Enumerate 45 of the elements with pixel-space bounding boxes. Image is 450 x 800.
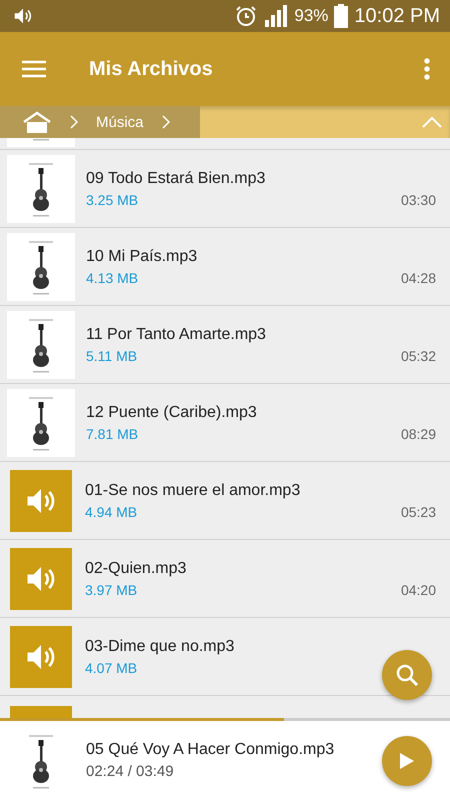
file-name: 12 Puente (Caribe).mp3 <box>86 404 258 422</box>
chevron-right-icon <box>70 115 78 129</box>
file-size: 3.97 MB <box>85 582 138 598</box>
progress-track[interactable] <box>0 718 450 721</box>
file-row[interactable]: 02-Quien.mp3 3.97 MB 04:20 <box>0 540 450 618</box>
chevron-up-icon[interactable] <box>422 116 442 128</box>
file-name: 11 Por Tanto Amarte.mp3 <box>86 326 267 344</box>
file-duration: 03:30 <box>400 192 436 208</box>
file-row[interactable]: 01-Se nos muere el amor.mp3 4.94 MB 05:23 <box>0 462 450 540</box>
file-size: 5.11 MB <box>86 348 138 364</box>
battery-icon <box>334 4 348 28</box>
menu-icon[interactable] <box>22 60 46 78</box>
app-title: Mis Archivos <box>89 58 214 80</box>
file-duration: 05:23 <box>400 504 436 520</box>
file-duration: 08:29 <box>400 426 436 442</box>
file-row[interactable]: 10 Mi País.mp3 4.13 MB 04:28 <box>0 228 450 306</box>
file-row[interactable]: 11 Por Tanto Amarte.mp3 5.11 MB 05:32 <box>0 306 450 384</box>
battery-percent: 93% <box>294 6 328 26</box>
track-title: 05 Qué Voy A Hacer Conmigo.mp3 <box>86 741 336 759</box>
track-time: 02:24 / 03:49 <box>86 763 175 780</box>
more-options-icon[interactable] <box>424 58 430 80</box>
file-size: 4.13 MB <box>86 270 138 286</box>
file-duration: 04:28 <box>400 270 436 286</box>
signal-icon <box>264 4 288 28</box>
chevron-right-icon <box>162 115 170 129</box>
home-icon[interactable] <box>22 111 52 133</box>
search-icon <box>395 663 419 687</box>
file-name: 03-Dime que no.mp3 <box>85 638 236 656</box>
play-icon <box>399 752 415 770</box>
alarm-clock-icon <box>234 4 258 28</box>
play-button[interactable] <box>382 736 432 786</box>
file-row[interactable]: 12 Puente (Caribe).mp3 7.81 MB 08:29 <box>0 384 450 462</box>
file-size: 4.94 MB <box>85 504 138 520</box>
file-size: 4.07 MB <box>85 660 138 676</box>
file-name: 10 Mi País.mp3 <box>86 248 198 266</box>
search-button[interactable] <box>382 650 432 700</box>
file-size: 3.25 MB <box>86 192 138 208</box>
file-duration: 04:20 <box>400 582 436 598</box>
clock-time: 10:02 PM <box>354 4 440 28</box>
file-name: 09 Todo Estará Bien.mp3 <box>86 170 266 188</box>
file-name: 02-Quien.mp3 <box>85 560 188 578</box>
file-size: 7.81 MB <box>86 426 138 442</box>
file-row[interactable]: 09 Todo Estará Bien.mp3 3.25 MB 03:30 <box>0 150 450 228</box>
file-name: 01-Se nos muere el amor.mp3 <box>85 482 302 500</box>
file-duration: 05:32 <box>400 348 436 364</box>
